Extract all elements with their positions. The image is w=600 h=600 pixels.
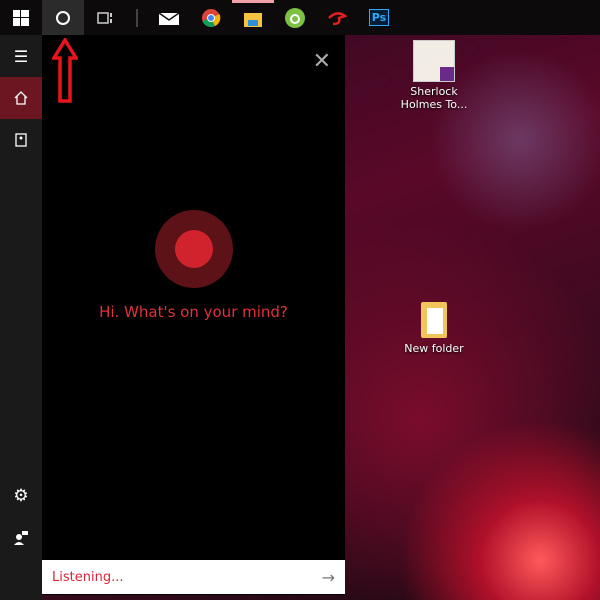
coccoc-app[interactable] xyxy=(274,0,316,35)
book-thumbnail-icon xyxy=(413,40,455,82)
coccoc-icon xyxy=(285,7,305,28)
photoshop-app[interactable]: Ps xyxy=(358,0,400,35)
desktop-icon-label: New folder xyxy=(404,342,464,355)
start-button[interactable] xyxy=(0,0,42,35)
cortana-search-box[interactable]: Listening... → xyxy=(42,560,345,594)
mail-app[interactable] xyxy=(148,0,190,35)
desktop-icon-sherlock[interactable]: Sherlock Holmes To... xyxy=(394,40,474,111)
sidebar-item-feedback[interactable] xyxy=(0,517,42,559)
folder-icon xyxy=(421,302,447,338)
photoshop-icon: Ps xyxy=(368,9,390,26)
red-arrow-annotation xyxy=(52,38,78,103)
desktop-icon-new-folder[interactable]: New folder xyxy=(394,302,474,355)
home-icon xyxy=(14,91,28,105)
garena-app[interactable] xyxy=(316,0,358,35)
hamburger-icon: ☰ xyxy=(13,46,29,66)
task-view-button[interactable] xyxy=(84,0,126,35)
cortana-circle-icon xyxy=(56,10,70,25)
taskbar: Ps xyxy=(0,0,600,35)
sidebar-item-settings[interactable]: ⚙ xyxy=(0,475,42,517)
taskbar-divider xyxy=(136,8,138,27)
windows-icon xyxy=(13,9,29,26)
chrome-app[interactable] xyxy=(190,0,232,35)
desktop-icon-label: Sherlock Holmes To... xyxy=(400,85,468,111)
cortana-orb[interactable] xyxy=(155,210,233,288)
close-icon[interactable]: ✕ xyxy=(313,51,331,73)
cortana-greeting: Hi. What's on your mind? xyxy=(99,303,288,321)
folder-icon xyxy=(244,13,262,27)
feedback-icon xyxy=(14,531,28,545)
listening-status: Listening... xyxy=(52,569,124,585)
cortana-orb-core xyxy=(175,230,213,268)
chrome-icon xyxy=(202,8,221,27)
cortana-panel: ✕ Hi. What's on your mind? xyxy=(42,35,345,595)
hamburger-menu-button[interactable]: ☰ xyxy=(0,35,42,77)
arrow-right-icon[interactable]: → xyxy=(322,568,335,587)
sidebar-item-home[interactable] xyxy=(0,77,42,119)
mail-icon xyxy=(158,11,180,25)
cortana-sidebar: ☰ ⚙ xyxy=(0,35,42,600)
gear-icon: ⚙ xyxy=(13,486,29,506)
cortana-button[interactable] xyxy=(42,0,84,35)
sidebar-item-notebook[interactable] xyxy=(0,119,42,161)
garena-icon xyxy=(328,11,347,25)
task-view-icon xyxy=(97,11,112,24)
file-explorer-app[interactable] xyxy=(232,0,274,35)
notebook-icon xyxy=(15,133,27,147)
